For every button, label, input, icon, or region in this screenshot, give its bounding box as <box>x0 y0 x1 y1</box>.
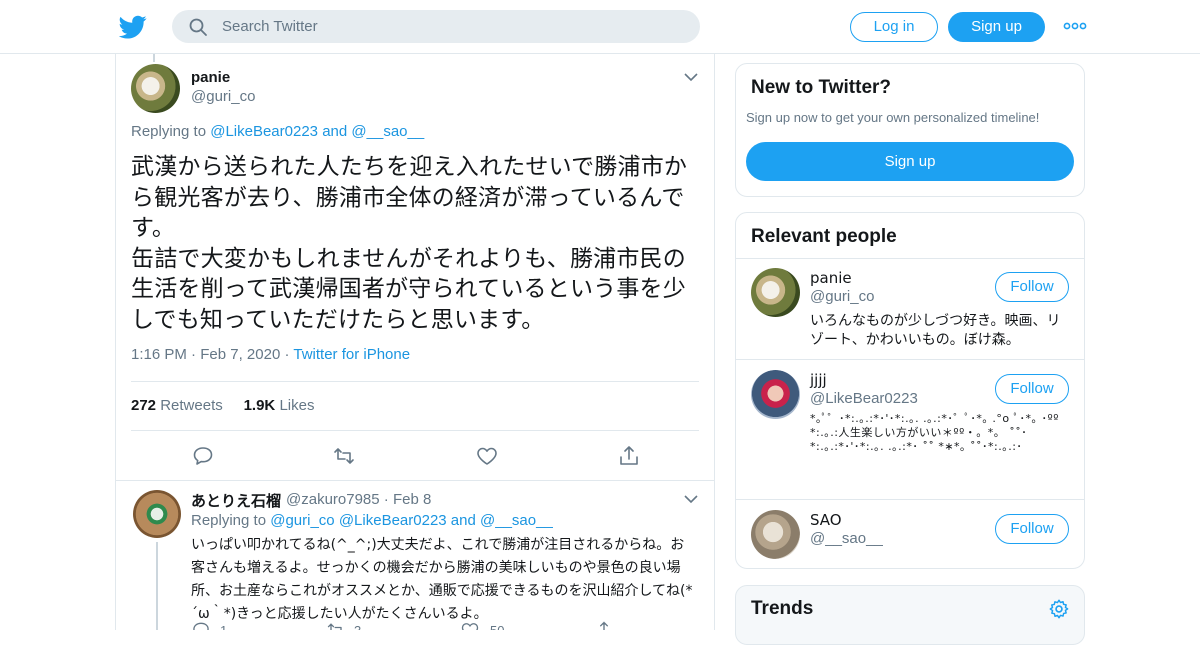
divider <box>116 480 714 481</box>
card-title: New to Twitter? <box>751 77 892 98</box>
share-icon[interactable] <box>617 444 641 468</box>
avatar[interactable] <box>133 490 181 538</box>
person-handle[interactable]: @guri_co <box>810 288 874 305</box>
reply-count: 1 <box>220 623 227 630</box>
replying-to-link[interactable]: @guri_co <box>270 512 334 529</box>
follow-button[interactable]: Follow <box>995 374 1069 404</box>
separator-dot: · <box>191 346 201 363</box>
like-count: 50 <box>490 623 504 630</box>
divider <box>736 359 1084 360</box>
likes-label: Likes <box>279 397 315 414</box>
person-name[interactable]: jjjj <box>810 371 827 389</box>
divider <box>736 258 1084 259</box>
person-handle[interactable]: @__sao__ <box>810 530 883 547</box>
reply-metadata: @zakuro7985 · Feb 8 <box>286 491 431 508</box>
replying-to: Replying to @LikeBear0223 and @__sao__ <box>131 123 424 140</box>
retweet-icon[interactable] <box>326 620 346 630</box>
avatar[interactable] <box>751 510 800 559</box>
tweet-date[interactable]: Feb 7, 2020 <box>200 346 280 363</box>
person-handle[interactable]: @LikeBear0223 <box>810 390 918 407</box>
replying-to: Replying to @guri_co @LikeBear0223 and @… <box>191 512 553 529</box>
divider <box>736 499 1084 500</box>
thread-connector-line <box>156 542 158 630</box>
more-icon[interactable] <box>1062 16 1088 36</box>
tweet-text: 武漢から送られた人たちを迎え入れたせいで勝浦市から観光客が去り、勝浦市全体の経済… <box>131 154 688 333</box>
replying-to-prefix: Replying to <box>191 512 271 529</box>
avatar[interactable] <box>751 370 800 419</box>
tweet-source[interactable]: Twitter for iPhone <box>293 346 410 363</box>
tweet-stats: 272 Retweets 1.9K Likes <box>131 397 314 414</box>
gear-icon[interactable] <box>1048 598 1070 620</box>
person-name[interactable]: SAO <box>810 511 842 529</box>
tweet-author-handle[interactable]: @guri_co <box>191 88 255 105</box>
new-to-twitter-card: New to Twitter? Sign up now to get your … <box>735 63 1085 197</box>
tweet-timeline: panie @guri_co Replying to @LikeBear0223… <box>115 54 715 630</box>
retweets-stat[interactable]: 272 Retweets <box>131 397 223 414</box>
separator-dot: · <box>383 491 393 508</box>
sign-up-button[interactable]: Sign up <box>948 12 1045 42</box>
replying-to-prefix: Replying to <box>131 123 211 140</box>
thread-connector-line <box>153 54 155 62</box>
replying-to-link[interactable]: @__sao__ <box>351 123 424 140</box>
replying-to-link[interactable]: @__sao__ <box>480 512 553 529</box>
replying-to-and[interactable]: and <box>447 512 480 529</box>
retweet-count: 3 <box>354 623 361 630</box>
log-in-button[interactable]: Log in <box>850 12 938 42</box>
reply-icon[interactable] <box>191 444 215 468</box>
reply-author-handle[interactable]: @zakuro7985 <box>286 491 380 508</box>
divider <box>131 381 699 382</box>
tweet-author-name[interactable]: panie <box>191 69 230 86</box>
card-subtitle: Sign up now to get your own personalized… <box>746 110 1040 125</box>
likes-stat[interactable]: 1.9K Likes <box>244 397 315 414</box>
person-bio: *｡ﾟ゜･*:.｡.:*･'･*:.｡. .｡.:*･゜ﾟ･*｡ .°o ﾟ･*… <box>810 412 1059 453</box>
like-heart-icon[interactable] <box>460 620 480 630</box>
card-title: Relevant people <box>751 226 897 247</box>
follow-button[interactable]: Follow <box>995 272 1069 302</box>
reply-icon[interactable] <box>191 620 211 630</box>
reply-author-name[interactable]: あとりえ石榴 <box>191 490 281 511</box>
retweets-count: 272 <box>131 397 157 414</box>
trends-card: Trends <box>735 585 1085 645</box>
likes-count: 1.9K <box>243 397 276 414</box>
tweet-metadata: 1:16 PM · Feb 7, 2020 · Twitter for iPho… <box>131 346 410 363</box>
sign-up-button[interactable]: Sign up <box>746 142 1074 181</box>
relevant-people-card: Relevant people panie @guri_co Follow いろ… <box>735 212 1085 569</box>
chevron-down-icon[interactable] <box>684 72 698 82</box>
like-heart-icon[interactable] <box>475 444 499 468</box>
avatar[interactable] <box>131 64 180 113</box>
reply-text: いっぱい叩かれてるね(^_^;)大丈夫だよ、これで勝浦が注目されるからね。お客さ… <box>191 537 693 622</box>
search-icon <box>189 18 207 36</box>
tweet-time[interactable]: 1:16 PM <box>131 346 187 363</box>
search-input[interactable] <box>222 10 682 43</box>
share-icon[interactable] <box>594 620 614 630</box>
avatar[interactable] <box>751 268 800 317</box>
search-box[interactable] <box>172 10 700 43</box>
replying-to-and[interactable]: and <box>318 123 351 140</box>
chevron-down-icon[interactable] <box>684 494 698 504</box>
retweet-icon[interactable] <box>332 444 356 468</box>
replying-to-link[interactable]: @LikeBear0223 <box>339 512 447 529</box>
follow-button[interactable]: Follow <box>995 514 1069 544</box>
person-bio: いろんなものが少しづつ好き。映画、リゾート、かわいいもの。ぼけ森。 <box>810 313 1061 348</box>
divider <box>131 430 699 431</box>
reply-date[interactable]: Feb 8 <box>393 491 431 508</box>
person-name[interactable]: panie <box>810 269 852 287</box>
twitter-logo-icon[interactable] <box>119 13 147 41</box>
top-navigation-bar: Log in Sign up <box>0 0 1200 54</box>
replying-to-link[interactable]: @LikeBear0223 <box>210 123 318 140</box>
card-title: Trends <box>751 598 814 619</box>
retweets-label: Retweets <box>160 397 223 414</box>
